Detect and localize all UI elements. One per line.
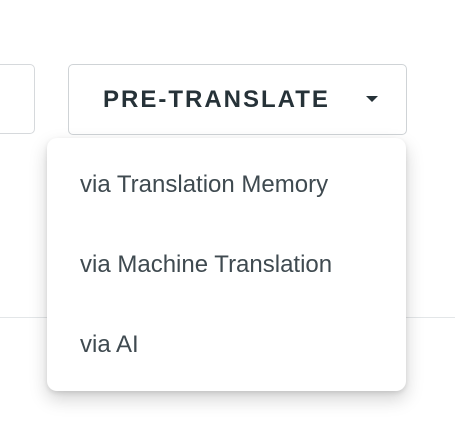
caret-down-icon <box>366 96 378 102</box>
pre-translate-button[interactable]: PRE-TRANSLATE <box>68 64 407 135</box>
menu-item-translation-memory[interactable]: via Translation Memory <box>47 145 406 225</box>
page: PRE-TRANSLATE via Translation Memory via… <box>0 0 455 432</box>
pre-translate-label: PRE-TRANSLATE <box>103 85 330 113</box>
partial-toolbar-button[interactable] <box>0 64 35 134</box>
menu-item-ai[interactable]: via AI <box>47 305 406 385</box>
menu-item-machine-translation[interactable]: via Machine Translation <box>47 225 406 305</box>
pre-translate-dropdown-menu: via Translation Memory via Machine Trans… <box>47 138 406 391</box>
